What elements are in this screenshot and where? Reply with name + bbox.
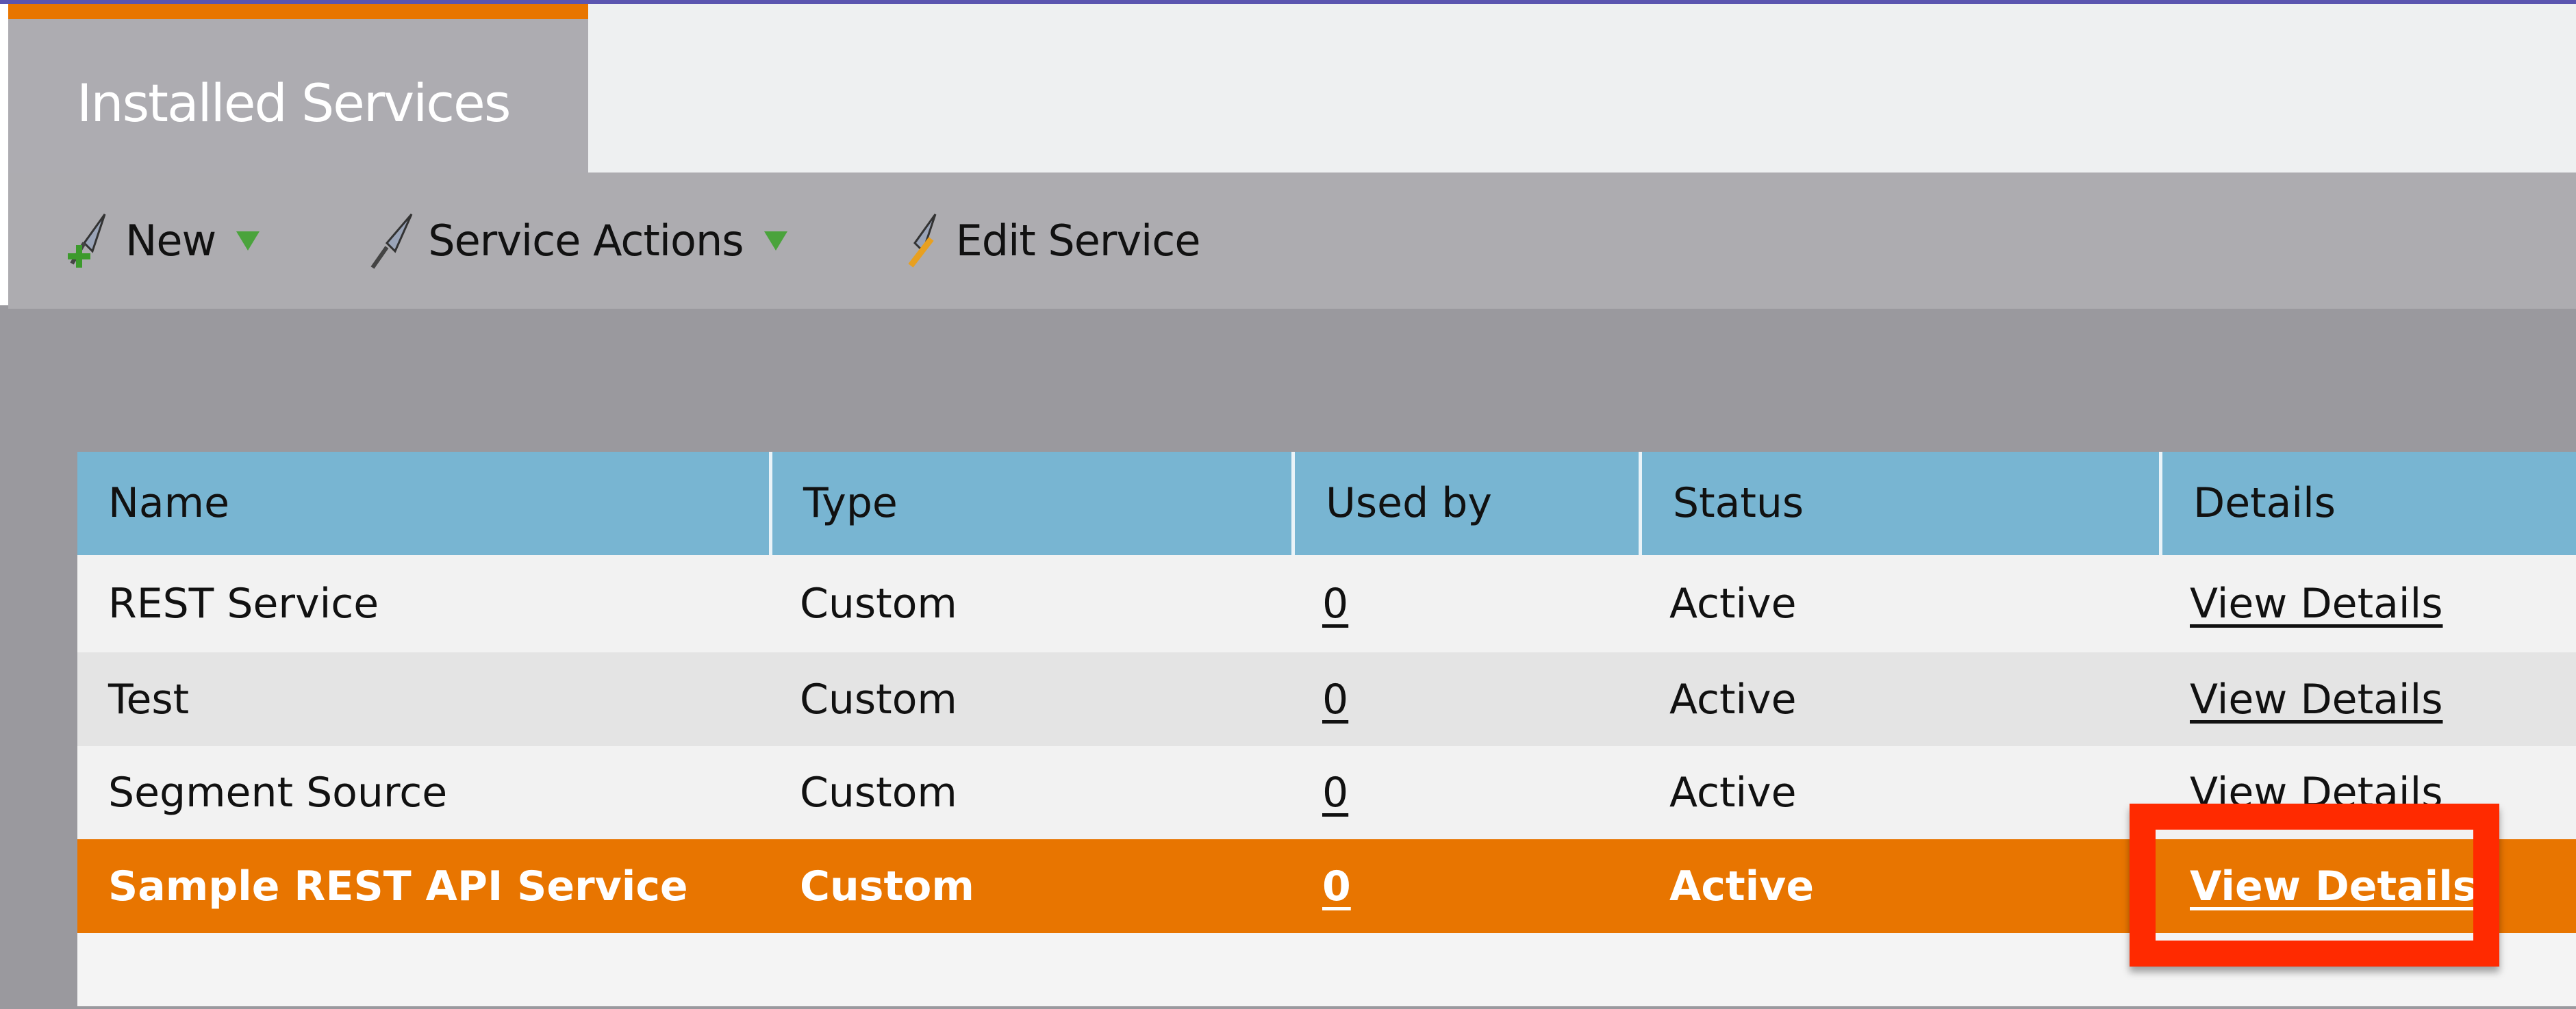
column-header-used-by[interactable]: Used by: [1291, 452, 1492, 555]
edit-service-button[interactable]: Edit Service: [890, 210, 1200, 272]
cell-type: Custom: [800, 769, 957, 817]
column-header-name[interactable]: Name: [77, 452, 229, 555]
edit-service-label: Edit Service: [955, 216, 1201, 266]
table-header: Name Type Used by Status Details: [77, 452, 2576, 555]
used-by-link[interactable]: 0: [1291, 580, 1348, 628]
chevron-down-icon[interactable]: [236, 231, 260, 251]
new-button[interactable]: New: [60, 210, 260, 272]
toolbar: New Service Actions Edit Service: [8, 173, 2576, 309]
tab-active-indicator: [8, 4, 588, 19]
used-by-link[interactable]: 0: [1291, 863, 1351, 910]
view-details-link[interactable]: View Details: [2159, 676, 2442, 724]
cell-type: Custom: [800, 580, 957, 628]
column-header-details[interactable]: Details: [2159, 452, 2336, 555]
table-row[interactable]: REST Service Custom 0 Active View Detail…: [77, 555, 2576, 652]
new-label: New: [125, 216, 216, 266]
cell-status: Active: [1669, 580, 1797, 628]
column-header-status[interactable]: Status: [1639, 452, 1804, 555]
rocket-plus-icon: [68, 213, 106, 268]
cell-status: Active: [1669, 862, 1815, 910]
rocket-pencil-icon: [907, 213, 936, 268]
table-row[interactable]: Test Custom 0 Active View Details: [77, 652, 2576, 746]
service-actions-button[interactable]: Service Actions: [362, 210, 787, 272]
left-edge: [0, 4, 8, 305]
highlight-annotation-box: [2130, 804, 2499, 967]
cell-status: Active: [1669, 675, 1797, 724]
cell-type: Custom: [800, 675, 957, 724]
cell-type: Custom: [800, 862, 974, 910]
tab-label: Installed Services: [77, 73, 511, 133]
service-actions-label: Service Actions: [428, 216, 744, 266]
chevron-down-icon[interactable]: [763, 231, 787, 251]
cell-status: Active: [1669, 769, 1797, 817]
column-header-type[interactable]: Type: [769, 452, 898, 555]
used-by-link[interactable]: 0: [1291, 676, 1348, 724]
cell-name: Test: [108, 675, 190, 724]
tab-installed-services[interactable]: Installed Services: [8, 4, 588, 173]
used-by-link[interactable]: 0: [1291, 769, 1348, 817]
cell-name: Sample REST API Service: [108, 862, 688, 910]
cell-name: REST Service: [108, 580, 379, 628]
cell-name: Segment Source: [108, 769, 448, 817]
view-details-link[interactable]: View Details: [2159, 580, 2442, 628]
rocket-icon: [370, 213, 413, 269]
